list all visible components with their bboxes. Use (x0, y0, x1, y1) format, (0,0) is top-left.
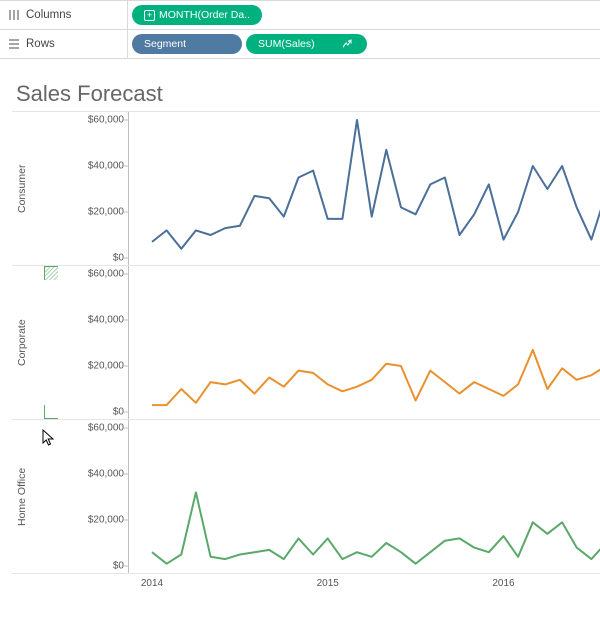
segment-label: Home Office (12, 420, 32, 573)
pill-sum-sales[interactable]: SUM(Sales) (246, 34, 367, 54)
pill-label: SUM(Sales) (258, 38, 315, 50)
rows-label-text: Rows (26, 38, 55, 50)
rows-icon (8, 38, 20, 50)
line-plot[interactable] (58, 112, 600, 266)
selection-bracket (44, 405, 58, 419)
x-tick: 2016 (492, 578, 514, 589)
pill-label: MONTH(Order Da.. (159, 9, 250, 21)
viz-title: Sales Forecast (16, 81, 600, 107)
panel-corporate: Corporate$0$20,000$40,000$60,000 (12, 266, 600, 420)
plus-icon: + (144, 10, 155, 21)
x-tick: 2015 (317, 578, 339, 589)
columns-label-text: Columns (26, 9, 71, 21)
line-plot[interactable] (58, 420, 600, 574)
panel-home-office: Home Office$0$20,000$40,000$60,000 (12, 420, 600, 574)
columns-shelf[interactable]: Columns + MONTH(Order Da.. (0, 0, 600, 29)
selection-bracket (44, 266, 58, 280)
pill-month-order-date[interactable]: + MONTH(Order Da.. (132, 5, 262, 25)
columns-icon (8, 9, 20, 21)
rows-shelf[interactable]: Rows Segment SUM(Sales) (0, 29, 600, 58)
segment-label: Consumer (12, 112, 32, 265)
pill-label: Segment (144, 38, 186, 50)
x-tick: 2014 (141, 578, 163, 589)
x-axis: 2014 2015 2016 (128, 574, 600, 598)
rows-shelf-label: Rows (0, 30, 128, 58)
series-line (152, 492, 600, 563)
forecast-icon (343, 39, 355, 49)
segment-label: Corporate (12, 266, 32, 419)
panel-consumer: Consumer$0$20,000$40,000$60,000 (12, 112, 600, 266)
series-line (152, 350, 600, 405)
columns-shelf-label: Columns (0, 1, 128, 29)
line-plot[interactable] (58, 266, 600, 420)
series-line (152, 120, 600, 249)
pill-segment[interactable]: Segment (132, 34, 242, 54)
